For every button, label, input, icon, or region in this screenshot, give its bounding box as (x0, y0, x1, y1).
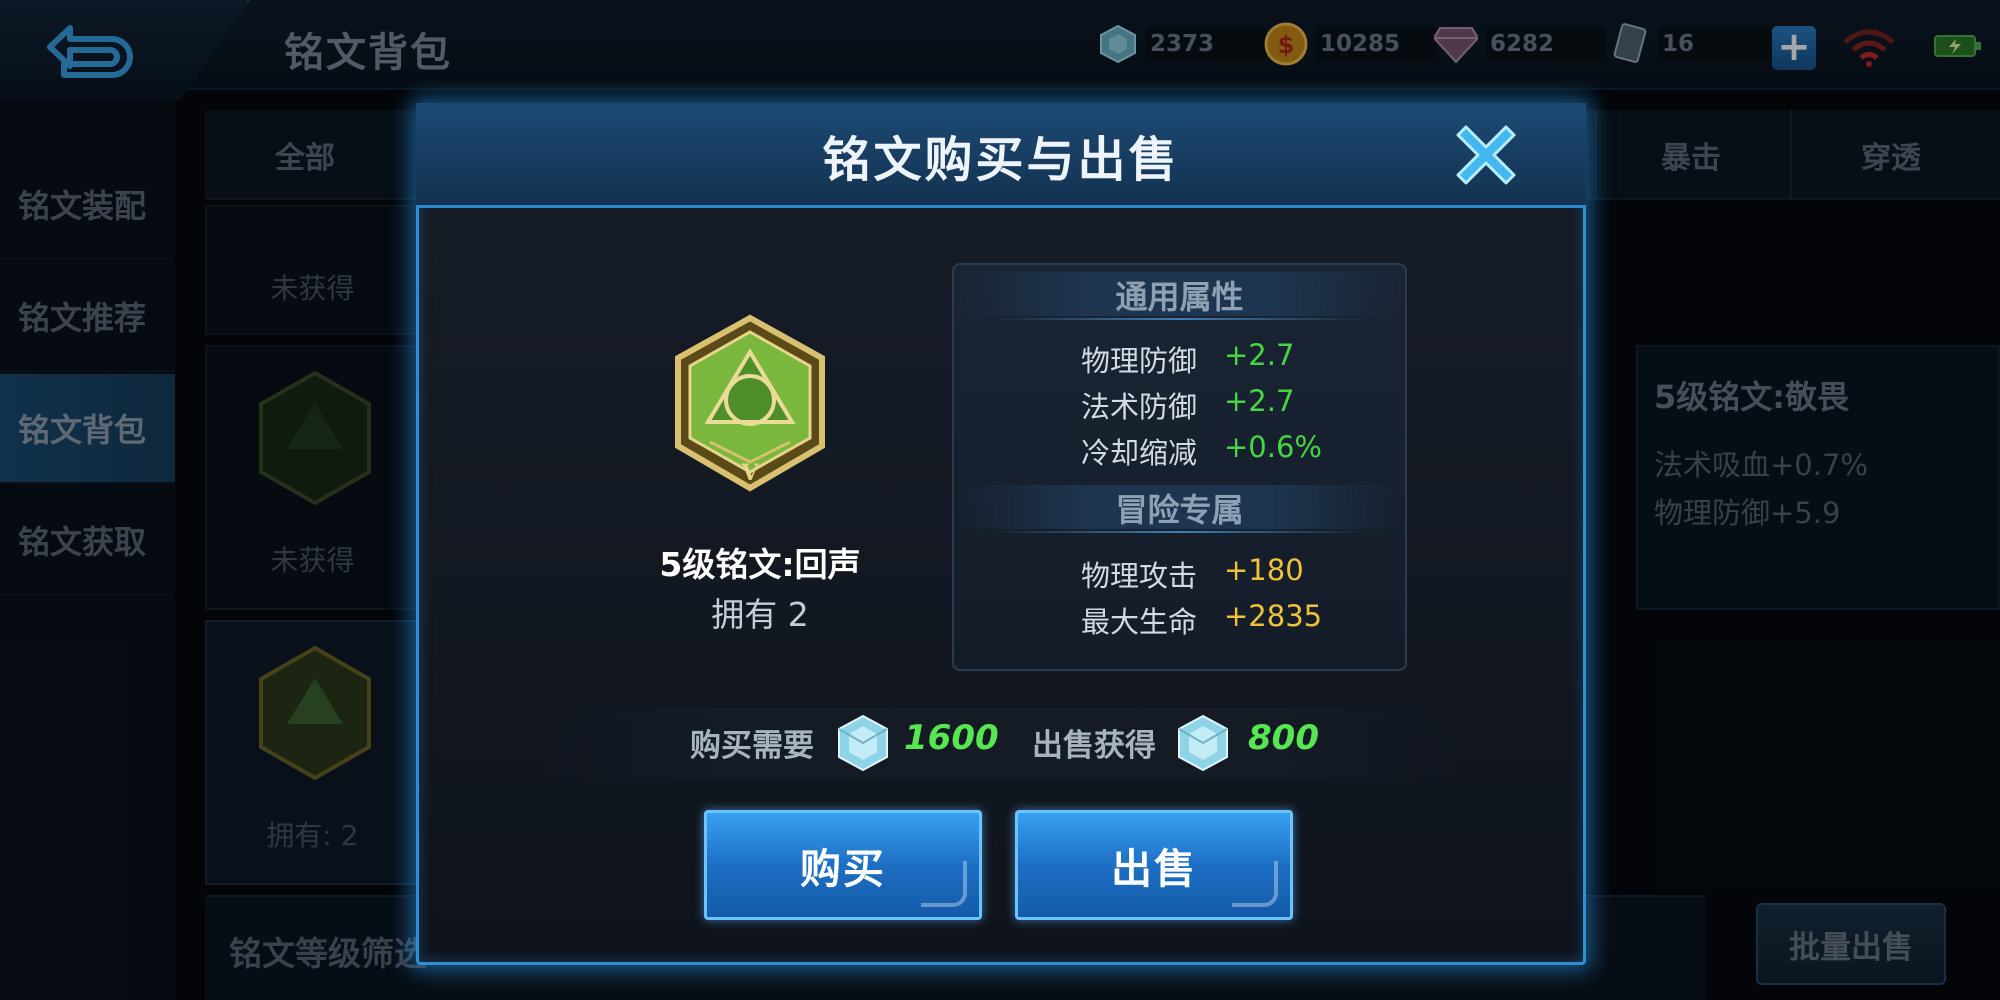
svg-text:V: V (740, 460, 759, 486)
stat-name: 物理防御 (1080, 344, 1197, 378)
buy-cost-label: 购买需要 (690, 728, 814, 764)
rune-emblem-icon: V (675, 314, 825, 492)
gem-icon (838, 714, 888, 772)
stat-name: 物理攻击 (1080, 559, 1197, 593)
price-row (540, 708, 1460, 778)
stat-value: +2.7 (1224, 338, 1295, 372)
buy-button[interactable]: 购买 (704, 810, 982, 920)
buy-price: 1600 (904, 718, 999, 758)
sell-price: 800 (1248, 718, 1319, 758)
section-divider (990, 318, 1370, 320)
rune-name: 5级铭文:回声 (659, 545, 861, 584)
close-icon (1456, 125, 1516, 185)
gem-icon (1178, 714, 1228, 772)
section-divider (990, 531, 1370, 533)
sell-button[interactable]: 出售 (1015, 810, 1293, 920)
stat-value: +2.7 (1224, 384, 1295, 418)
stat-name: 冷却缩减 (1080, 436, 1197, 470)
dialog-title: 铭文购买与出售 (822, 132, 1180, 188)
stat-value: +2835 (1224, 599, 1323, 633)
adventure-attributes-header: 冒险专属 (955, 485, 1404, 529)
general-attributes-header: 通用属性 (955, 272, 1404, 316)
stat-value: +180 (1224, 553, 1304, 587)
sell-gain-label: 出售获得 (1032, 728, 1156, 764)
stat-value: +0.6% (1224, 430, 1322, 464)
rune-owned-count: 拥有 2 (711, 595, 809, 634)
stat-name: 最大生命 (1080, 605, 1197, 639)
stat-name: 法术防御 (1080, 390, 1197, 424)
close-button[interactable] (1446, 115, 1526, 195)
